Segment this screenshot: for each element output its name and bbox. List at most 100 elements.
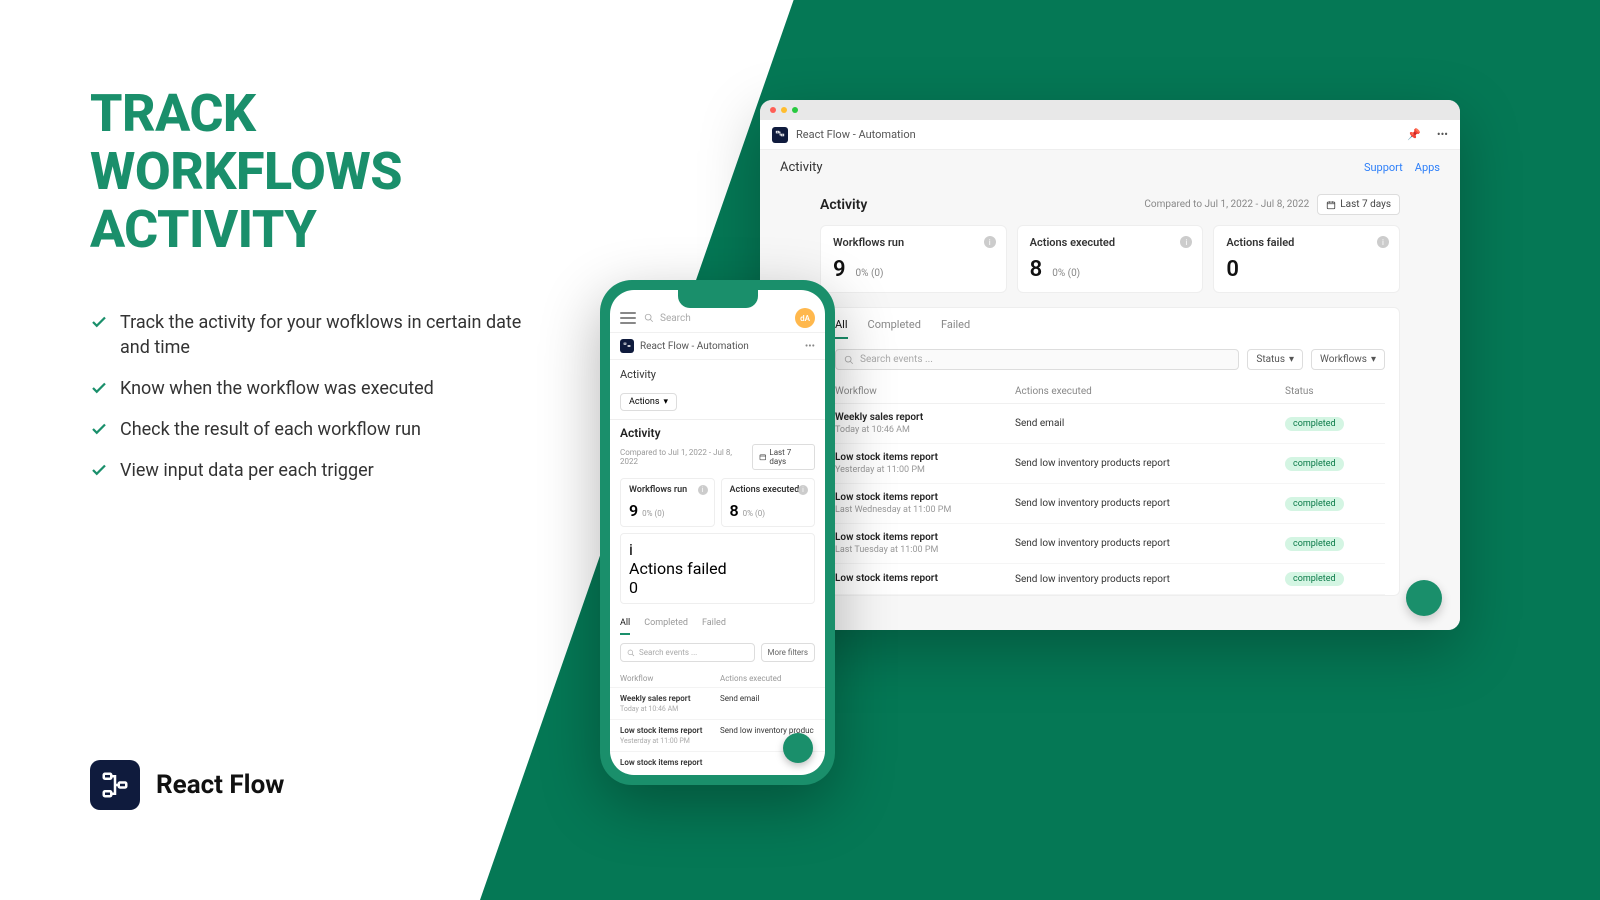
stat-pct: 0% (0) (856, 268, 884, 279)
tab-failed[interactable]: Failed (702, 618, 726, 635)
row-action: Send email (720, 694, 815, 713)
minimize-icon[interactable] (781, 107, 787, 113)
mobile-search-events-input[interactable]: Search events ... (620, 643, 755, 662)
search-icon (644, 313, 654, 323)
date-range-button[interactable]: Last 7 days (752, 444, 815, 470)
status-badge: completed (1285, 457, 1344, 471)
tab-all[interactable]: All (835, 318, 848, 339)
stat-pct: 0% (0) (1052, 268, 1080, 279)
row-title: Weekly sales report (835, 412, 1015, 423)
pin-icon[interactable]: 📌 (1407, 128, 1421, 141)
stat-workflows-run: i Workflows run 9 0% (0) (820, 225, 1007, 293)
stat-label: Actions failed (629, 559, 806, 578)
stat-pct: 0% (0) (743, 509, 765, 518)
tab-failed[interactable]: Failed (941, 318, 970, 339)
stat-pct: 0% (0) (642, 509, 664, 518)
row-title: Low stock items report (620, 726, 720, 735)
mobile-screen: Search dA React Flow - Automation ••• Ac… (610, 290, 825, 775)
table-row[interactable]: Low stock items report Yesterday at 11:00… (835, 444, 1385, 484)
maximize-icon[interactable] (792, 107, 798, 113)
table-row[interactable]: Low stock items reportSend low inventory… (835, 564, 1385, 595)
phone-notch (678, 290, 758, 308)
hamburger-icon[interactable] (620, 312, 636, 324)
title-line-3: ACTIVITY (90, 199, 316, 260)
mobile-page-heading: Activity (610, 360, 825, 389)
table-row[interactable]: Low stock items report Last Wednesday at … (835, 484, 1385, 524)
check-icon (90, 379, 108, 397)
date-range-button[interactable]: Last 7 days (1317, 194, 1400, 215)
search-input[interactable]: Search events ... (835, 349, 1239, 370)
actions-button[interactable]: Actions ▾ (620, 393, 677, 411)
feature-text: View input data per each trigger (120, 458, 374, 483)
brand-name: React Flow (156, 770, 284, 800)
stat-label: Actions executed (1030, 236, 1191, 249)
close-icon[interactable] (770, 107, 776, 113)
more-icon[interactable]: ••• (1437, 128, 1448, 141)
row-title: Low stock items report (835, 492, 1015, 503)
table-row[interactable]: Weekly sales reportToday at 10:46 AMSend… (610, 687, 825, 719)
calendar-icon (1326, 200, 1336, 210)
check-icon (90, 461, 108, 479)
title-line-2: WORKFLOWS (90, 141, 402, 202)
more-filters-button[interactable]: More filters (761, 643, 816, 662)
feature-text: Track the activity for your wofklows in … (120, 310, 550, 360)
stat-value: 0 (629, 578, 638, 597)
chevron-down-icon: ▾ (1371, 354, 1376, 365)
mobile-table-header: Workflow Actions executed (610, 670, 825, 687)
mobile-activity-tabs: All Completed Failed (610, 610, 825, 635)
table-row[interactable]: Low stock items reportLast Tuesday at 11… (835, 524, 1385, 564)
info-icon[interactable]: i (698, 485, 708, 495)
row-title: Low stock items report (835, 532, 1015, 543)
page-subheader: Activity Support Apps (760, 150, 1460, 184)
compared-to-text: Compared to Jul 1, 2022 - Jul 8, 2022 (1144, 199, 1309, 210)
compared-to-text: Compared to Jul 1, 2022 - Jul 8, 2022 (620, 448, 746, 466)
mobile-window-title: React Flow - Automation (640, 341, 749, 352)
feature-text: Know when the workflow was executed (120, 376, 434, 401)
more-icon[interactable]: ••• (805, 341, 815, 352)
col-status: Status (1285, 386, 1385, 397)
activity-table-panel: All Completed Failed Search events ... S… (820, 307, 1400, 596)
window-body: Activity Compared to Jul 1, 2022 - Jul 8… (760, 184, 1460, 630)
status-badge: completed (1285, 572, 1344, 586)
apps-link[interactable]: Apps (1415, 161, 1440, 174)
stat-actions-executed: i Actions executed 80% (0) (721, 478, 816, 527)
row-time: Last Wednesday at 11:00 PM (835, 505, 1015, 515)
filter-status-button[interactable]: Status ▾ (1247, 349, 1303, 370)
tab-completed[interactable]: Completed (868, 318, 921, 339)
avatar[interactable]: dA (795, 308, 815, 328)
row-title: Low stock items report (835, 573, 1015, 584)
filter-label: Workflows (1320, 354, 1367, 365)
stat-label: Workflows run (833, 236, 994, 249)
row-time: Yesterday at 11:00 PM (620, 737, 720, 745)
info-icon[interactable]: i (984, 236, 996, 248)
brand-footer: React Flow (90, 760, 284, 810)
fab-button[interactable] (783, 733, 813, 763)
stat-cards: i Workflows run 9 0% (0) i Actions execu… (820, 225, 1400, 293)
row-action: Send low inventory products report (1015, 458, 1285, 469)
row-title: Low stock items report (835, 452, 1015, 463)
mobile-search-input[interactable]: Search (644, 313, 787, 324)
tab-all[interactable]: All (620, 618, 630, 635)
row-action: Send low inventory products report (1015, 538, 1285, 549)
fab-button[interactable] (1406, 580, 1442, 616)
window-header: React Flow - Automation 📌 ••• (760, 120, 1460, 150)
row-title: Low stock items report (620, 758, 720, 767)
row-action: Send low inventory products report (1015, 498, 1285, 509)
info-icon[interactable]: i (629, 540, 806, 559)
brand-logo-icon (90, 760, 140, 810)
filter-workflows-button[interactable]: Workflows ▾ (1311, 349, 1385, 370)
section-heading: Activity (820, 197, 867, 213)
feature-bullet: View input data per each trigger (90, 458, 550, 483)
row-time: Yesterday at 11:00 PM (835, 465, 1015, 475)
feature-bullet: Track the activity for your wofklows in … (90, 310, 550, 360)
feature-bullet-list: Track the activity for your wofklows in … (90, 310, 550, 484)
stat-workflows-run: i Workflows run 90% (0) (620, 478, 715, 527)
stat-value: 9 (833, 257, 846, 282)
info-icon[interactable]: i (1377, 236, 1389, 248)
info-icon[interactable]: i (1180, 236, 1192, 248)
tab-completed[interactable]: Completed (644, 618, 688, 635)
table-row[interactable]: Weekly sales reportToday at 10:46 AMSend… (835, 404, 1385, 444)
support-link[interactable]: Support (1364, 161, 1403, 174)
info-icon[interactable]: i (798, 485, 808, 495)
feature-bullet: Check the result of each workflow run (90, 417, 550, 442)
